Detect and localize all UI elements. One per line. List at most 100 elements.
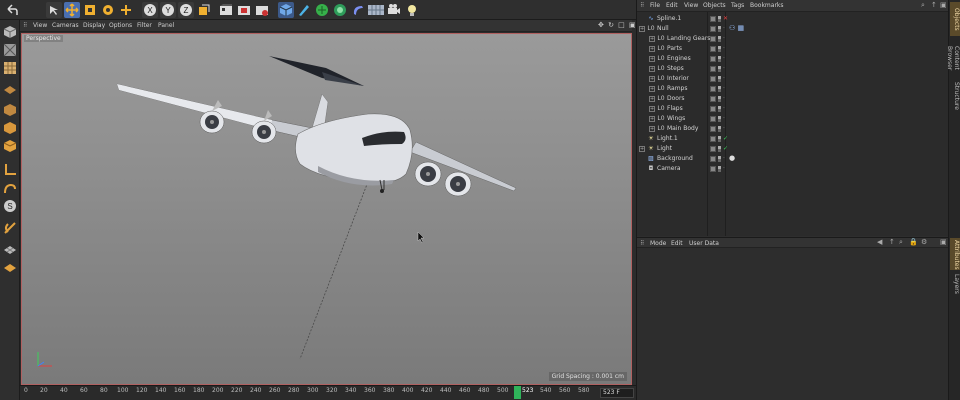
deformer-icon[interactable] bbox=[350, 2, 366, 18]
object-row[interactable]: + L0 Null · ⚇ ▦ bbox=[637, 24, 949, 34]
object-name[interactable]: Spline.1 bbox=[657, 15, 681, 22]
render-settings-icon[interactable] bbox=[254, 2, 270, 18]
enabled-status-icon[interactable]: · bbox=[723, 75, 725, 82]
expand-toggle-icon[interactable]: + bbox=[649, 66, 655, 72]
layer-toggle[interactable] bbox=[710, 156, 716, 162]
y-axis-lock-icon[interactable]: Y bbox=[160, 2, 176, 18]
visibility-toggle[interactable] bbox=[718, 106, 721, 112]
tab-structure[interactable]: Structure bbox=[950, 80, 960, 110]
enabled-status-icon[interactable]: ✕ bbox=[723, 15, 728, 22]
enabled-status-icon[interactable]: · bbox=[723, 55, 725, 62]
enabled-status-icon[interactable]: · bbox=[723, 95, 725, 102]
enabled-status-icon[interactable]: · bbox=[723, 105, 725, 112]
edges-mode-icon[interactable] bbox=[2, 120, 18, 136]
rotate-tool-icon[interactable] bbox=[100, 2, 116, 18]
om-menu-file[interactable]: File bbox=[650, 2, 660, 9]
layer-toggle[interactable] bbox=[710, 26, 716, 32]
layer-toggle[interactable] bbox=[710, 116, 716, 122]
enabled-status-icon[interactable]: · bbox=[723, 35, 725, 42]
camera-object-icon[interactable] bbox=[386, 2, 402, 18]
visibility-toggle[interactable] bbox=[718, 166, 721, 172]
subdivision-surface-icon[interactable] bbox=[314, 2, 330, 18]
object-name[interactable]: Main Body bbox=[667, 125, 698, 132]
perspective-viewport[interactable]: Perspective Grid Spacing: 0.001 cm bbox=[21, 33, 632, 385]
object-name[interactable]: Landing Gears bbox=[667, 35, 710, 42]
viewport-menu-cameras[interactable]: Cameras bbox=[52, 22, 79, 29]
visibility-toggle[interactable] bbox=[718, 116, 721, 122]
visibility-toggle[interactable] bbox=[718, 136, 721, 142]
viewport-menu-display[interactable]: Display bbox=[83, 22, 105, 29]
timeline-playhead[interactable] bbox=[514, 386, 521, 399]
object-name[interactable]: Doors bbox=[667, 95, 685, 102]
expand-toggle-icon[interactable]: + bbox=[649, 106, 655, 112]
am-menu-mode[interactable]: Mode bbox=[650, 240, 666, 247]
enabled-status-icon[interactable]: ✓ bbox=[723, 145, 728, 152]
visibility-toggle[interactable] bbox=[718, 36, 721, 42]
visibility-toggle[interactable] bbox=[718, 96, 721, 102]
object-name[interactable]: Camera bbox=[657, 165, 681, 172]
object-row[interactable]: + L0 Main Body · bbox=[637, 124, 949, 134]
object-name[interactable]: Light.1 bbox=[657, 135, 678, 142]
object-row[interactable]: + ☀ Light ✓ bbox=[637, 144, 949, 154]
object-row[interactable]: + L0 Interior · bbox=[637, 74, 949, 84]
expand-toggle-icon[interactable]: + bbox=[649, 56, 655, 62]
expand-toggle-icon[interactable]: + bbox=[649, 96, 655, 102]
timeline[interactable]: 0 20 40 60 80 100 120 140 160 180 200 22… bbox=[20, 385, 636, 400]
object-row[interactable]: + L0 Ramps · bbox=[637, 84, 949, 94]
tab-layers[interactable]: Layers bbox=[950, 272, 960, 294]
enabled-status-icon[interactable]: · bbox=[723, 25, 725, 32]
enabled-status-icon[interactable]: · bbox=[723, 165, 725, 172]
object-name[interactable]: Null bbox=[657, 25, 669, 32]
am-back-icon[interactable]: ◀ bbox=[877, 238, 882, 246]
layer-toggle[interactable] bbox=[710, 106, 716, 112]
visibility-toggle[interactable] bbox=[718, 56, 721, 62]
viewport-menu-filter[interactable]: Filter bbox=[137, 22, 152, 29]
layer-toggle[interactable] bbox=[710, 46, 716, 52]
live-selection-icon[interactable] bbox=[46, 2, 62, 18]
am-maximize-icon[interactable]: ▣ bbox=[940, 238, 947, 246]
om-menu-bookmarks[interactable]: Bookmarks bbox=[750, 2, 784, 9]
tag-icons[interactable]: ⚇ ▦ bbox=[729, 24, 744, 32]
layer-toggle[interactable] bbox=[710, 126, 716, 132]
am-menu-user-data[interactable]: User Data bbox=[689, 240, 719, 247]
object-row[interactable]: + L0 Flaps · bbox=[637, 104, 949, 114]
enabled-status-icon[interactable]: ✓ bbox=[723, 135, 728, 142]
x-axis-lock-icon[interactable]: X bbox=[142, 2, 158, 18]
object-row[interactable]: + L0 Engines · bbox=[637, 54, 949, 64]
om-menu-view[interactable]: View bbox=[684, 2, 698, 9]
expand-toggle-icon[interactable]: + bbox=[649, 76, 655, 82]
enabled-status-icon[interactable]: · bbox=[723, 155, 725, 162]
tab-objects[interactable]: Objects bbox=[950, 2, 960, 36]
coordinate-system-icon[interactable] bbox=[196, 2, 212, 18]
texture-mode-icon[interactable] bbox=[2, 60, 18, 76]
viewport-menu-panel[interactable]: Panel bbox=[158, 22, 174, 29]
object-row[interactable]: ∿ Spline.1 ✕ bbox=[637, 14, 949, 24]
visibility-toggle[interactable] bbox=[718, 86, 721, 92]
solo-mode-icon[interactable] bbox=[2, 220, 18, 236]
visibility-toggle[interactable] bbox=[718, 146, 721, 152]
am-search-icon[interactable]: ⌕ bbox=[899, 238, 903, 247]
visibility-toggle[interactable] bbox=[718, 46, 721, 52]
object-name[interactable]: Background bbox=[657, 155, 693, 162]
object-name[interactable]: Interior bbox=[667, 75, 689, 82]
object-row[interactable]: + L0 Wings · bbox=[637, 114, 949, 124]
object-row[interactable]: + L0 Landing Gears · bbox=[637, 34, 949, 44]
am-menu-edit[interactable]: Edit bbox=[671, 240, 683, 247]
am-up-icon[interactable]: ↑ bbox=[889, 238, 895, 246]
om-menu-tags[interactable]: Tags bbox=[731, 2, 744, 9]
object-row[interactable]: + L0 Steps · bbox=[637, 64, 949, 74]
workplane-grid-icon[interactable] bbox=[2, 242, 18, 258]
om-search-icon[interactable]: ⌕ bbox=[921, 1, 925, 10]
enabled-status-icon[interactable]: · bbox=[723, 85, 725, 92]
visibility-toggle[interactable] bbox=[718, 26, 721, 32]
am-settings-icon[interactable]: ⚙ bbox=[921, 238, 927, 246]
object-name[interactable]: Steps bbox=[667, 65, 684, 72]
object-name[interactable]: Flaps bbox=[667, 105, 683, 112]
axis-mode-icon[interactable] bbox=[2, 162, 18, 178]
am-lock-icon[interactable]: 🔒 bbox=[909, 238, 918, 246]
visibility-toggle[interactable] bbox=[718, 76, 721, 82]
render-to-picture-viewer-icon[interactable] bbox=[236, 2, 252, 18]
model-mode-icon[interactable] bbox=[2, 42, 18, 58]
viewport-menu-view[interactable]: View bbox=[33, 22, 47, 29]
visibility-toggle[interactable] bbox=[718, 126, 721, 132]
